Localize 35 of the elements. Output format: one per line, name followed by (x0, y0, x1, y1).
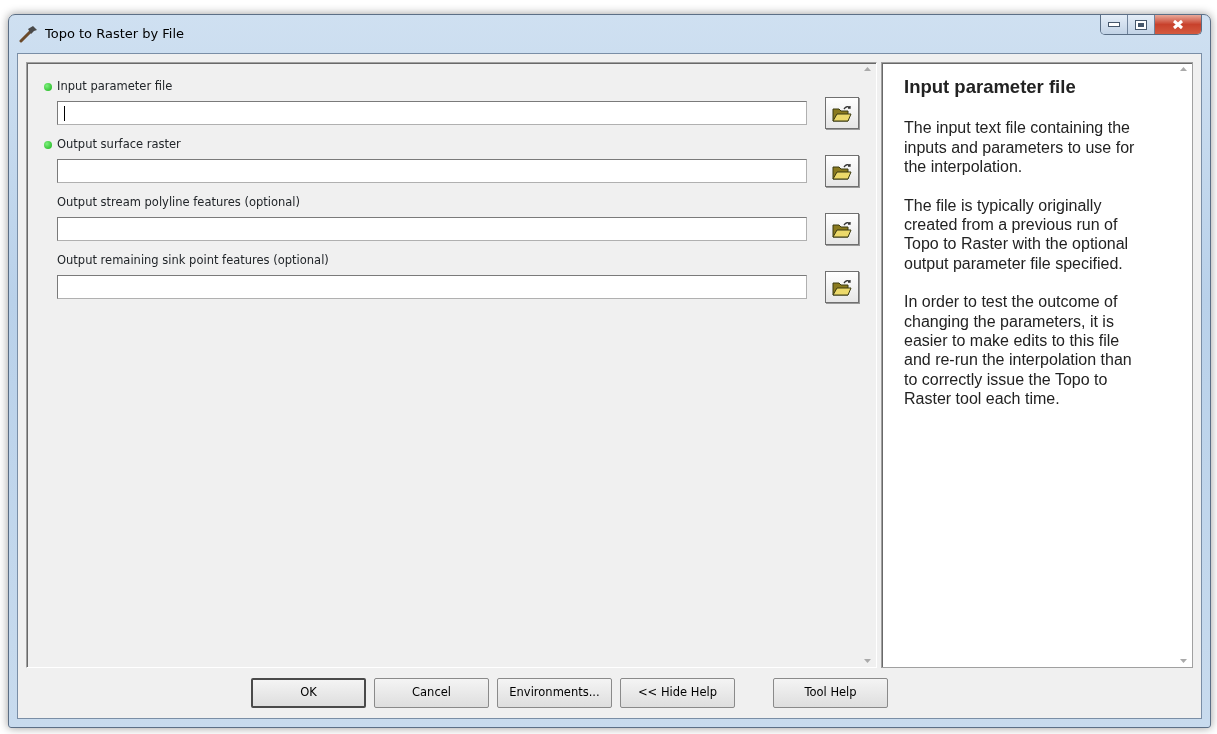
input-field[interactable] (57, 275, 807, 299)
dialog-button[interactable]: Cancel (374, 678, 489, 708)
help-title: Input parameter file (904, 77, 1077, 97)
dialog-button[interactable]: OK (251, 678, 366, 708)
browse-button[interactable] (825, 213, 859, 245)
window-title: Topo to Raster by File (45, 25, 185, 44)
browse-button[interactable] (825, 271, 859, 303)
help-paragraph: In order to test the outcome of changing the parameters, it is easier to make edits to this file and re-run the interpolation than to correctly issue the Topo to Raster tool each time. (904, 292, 1133, 409)
scroll-up-icon[interactable] (1180, 67, 1187, 71)
help-paragraph: The input text file containing the inputs and parameters to use for the interpolation. (904, 118, 1136, 177)
field-label: Input parameter file (57, 78, 173, 96)
dialog-button[interactable]: Tool Help (773, 678, 888, 708)
scroll-down-icon[interactable] (1180, 659, 1187, 663)
folder-icon (832, 220, 852, 238)
maximize-button[interactable] (1128, 15, 1155, 34)
dialog-button[interactable]: << Hide Help (620, 678, 735, 708)
input-field[interactable] (57, 217, 807, 241)
close-button[interactable] (1155, 15, 1201, 34)
field-label: Output stream polyline features (optional) (57, 194, 301, 212)
close-icon (1172, 19, 1184, 30)
input-field[interactable] (57, 159, 807, 183)
maximize-icon (1135, 19, 1147, 30)
browse-button[interactable] (825, 97, 859, 129)
field-label: Output remaining sink point features (optional) (57, 252, 329, 270)
field-label: Output surface raster (57, 136, 181, 154)
input-field[interactable] (57, 101, 807, 125)
minimize-icon (1108, 21, 1120, 28)
folder-icon (832, 162, 852, 180)
folder-icon (832, 278, 852, 296)
dialog-button[interactable]: Environments... (497, 678, 612, 708)
folder-icon (832, 104, 852, 122)
hammer-icon (19, 25, 39, 43)
minimize-button[interactable] (1101, 15, 1128, 34)
help-paragraph: The file is typically originally created from a previous run of Topo to Raster with the optional output parameter file specified. (904, 195, 1130, 274)
browse-button[interactable] (825, 155, 859, 187)
